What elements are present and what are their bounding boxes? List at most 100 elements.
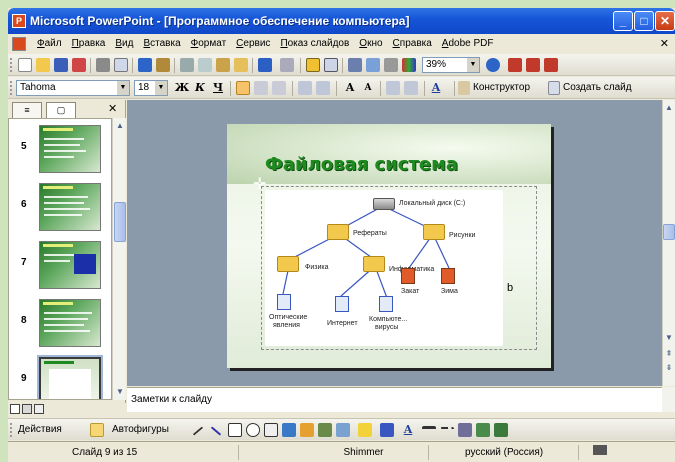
new-slide-button[interactable]: Создать слайд — [563, 82, 632, 93]
spell-check-icon[interactable] — [593, 445, 607, 455]
print-preview-icon[interactable] — [114, 58, 128, 72]
menu-insert[interactable]: Вставка — [138, 38, 185, 49]
scroll-down-icon[interactable]: ▼ — [114, 386, 126, 398]
slide-thumbnail[interactable]: 8 — [9, 295, 111, 353]
title-bar[interactable]: P Microsoft PowerPoint - [Программное об… — [8, 8, 675, 34]
show-formatting-icon[interactable] — [366, 58, 380, 72]
chevron-down-icon[interactable]: ▼ — [155, 81, 167, 95]
font-color-icon[interactable]: A — [400, 422, 416, 438]
scrollbar-thumb[interactable] — [114, 202, 126, 242]
chevron-down-icon[interactable]: ▼ — [117, 81, 129, 95]
text-box-icon[interactable] — [264, 423, 278, 437]
slide-thumbnail[interactable]: 5 — [9, 121, 111, 179]
increase-indent-icon[interactable] — [404, 81, 418, 95]
image-file-icon[interactable] — [441, 268, 455, 284]
designer-icon[interactable] — [458, 81, 470, 95]
new-document-icon[interactable] — [18, 58, 32, 72]
help-icon[interactable] — [486, 58, 500, 72]
normal-view-icon[interactable] — [10, 404, 20, 414]
design-template-status[interactable]: Shimmer — [238, 445, 428, 460]
powerpoint-app-icon[interactable]: P — [12, 14, 26, 28]
disk-drive-icon[interactable] — [373, 198, 395, 210]
previous-slide-icon[interactable]: ⇞ — [663, 348, 675, 360]
insert-table-icon[interactable] — [324, 58, 338, 72]
clip-art-icon[interactable] — [318, 423, 332, 437]
shadow-style-icon[interactable] — [476, 423, 490, 437]
document-file-icon[interactable] — [379, 296, 393, 312]
adobe-pdf-icon[interactable] — [508, 58, 522, 72]
wordart-icon[interactable] — [282, 423, 296, 437]
3d-style-icon[interactable] — [494, 423, 508, 437]
slide-stray-text[interactable]: b — [507, 282, 513, 294]
minimize-button[interactable]: _ — [613, 11, 633, 31]
document-file-icon[interactable] — [277, 294, 291, 310]
insert-chart-icon[interactable] — [306, 58, 320, 72]
align-left-icon[interactable] — [236, 81, 250, 95]
document-file-icon[interactable] — [335, 296, 349, 312]
folder-icon[interactable] — [423, 224, 445, 240]
designer-button[interactable]: Конструктор — [473, 82, 530, 93]
language-status[interactable]: русский (Россия) — [428, 445, 578, 460]
menu-window[interactable]: Окно — [354, 38, 387, 49]
menu-slideshow[interactable]: Показ слайдов — [275, 38, 354, 49]
folder-icon[interactable] — [277, 256, 299, 272]
chevron-down-icon[interactable]: ▼ — [467, 58, 479, 72]
tab-slides[interactable]: ▢ — [46, 102, 76, 118]
fill-color-icon[interactable] — [358, 423, 372, 437]
menu-adobe-pdf[interactable]: Adobe PDF — [437, 38, 499, 49]
slide-sorter-view-icon[interactable] — [22, 404, 32, 414]
scroll-up-icon[interactable]: ▲ — [114, 120, 126, 132]
image-file-icon[interactable] — [401, 268, 415, 284]
menu-format[interactable]: Формат — [186, 38, 232, 49]
oval-icon[interactable] — [246, 423, 260, 437]
zoom-select[interactable]: 39% ▼ — [422, 57, 480, 73]
font-size-select[interactable]: 18 ▼ — [134, 80, 168, 96]
menu-help[interactable]: Справка — [388, 38, 437, 49]
close-panel-button[interactable]: ✕ — [108, 102, 117, 115]
open-folder-icon[interactable] — [36, 58, 50, 72]
print-icon[interactable] — [96, 58, 110, 72]
notes-pane[interactable]: Заметки к слайду — [127, 387, 662, 412]
toolbar-grip[interactable] — [10, 81, 13, 95]
arrow-style-icon[interactable] — [458, 423, 472, 437]
scrollbar-thumb[interactable] — [663, 224, 675, 240]
numbering-icon[interactable] — [298, 81, 312, 95]
line-color-icon[interactable] — [380, 423, 394, 437]
adobe-pdf-email-icon[interactable] — [526, 58, 540, 72]
format-painter-icon[interactable] — [234, 58, 248, 72]
document-icon[interactable] — [12, 37, 26, 51]
spelling-icon[interactable] — [138, 58, 152, 72]
scroll-down-icon[interactable]: ▼ — [663, 332, 675, 344]
italic-button[interactable]: К — [192, 80, 208, 96]
line-icon[interactable] — [192, 426, 204, 436]
select-objects-icon[interactable] — [90, 423, 104, 437]
copy-icon[interactable] — [198, 58, 212, 72]
slide-thumbnail[interactable]: 6 — [9, 179, 111, 237]
menu-edit[interactable]: Правка — [67, 38, 111, 49]
slide-title[interactable]: Файловая система — [265, 154, 458, 175]
close-window-button[interactable]: ✕ — [655, 11, 675, 31]
close-document-button[interactable]: ✕ — [660, 37, 669, 50]
folder-icon[interactable] — [327, 224, 349, 240]
paste-icon[interactable] — [216, 58, 230, 72]
next-slide-icon[interactable]: ⇟ — [663, 362, 675, 374]
research-icon[interactable] — [156, 58, 170, 72]
dash-style-icon[interactable] — [440, 427, 454, 435]
actions-menu-button[interactable]: Действия — [18, 424, 62, 435]
tab-outline[interactable]: ≡ — [12, 102, 42, 118]
grid-icon[interactable] — [384, 58, 398, 72]
slide-thumbnail-selected[interactable]: 9 — [9, 353, 111, 399]
bold-button[interactable]: Ж — [174, 80, 190, 96]
font-name-select[interactable]: Tahoma ▼ — [16, 80, 130, 96]
align-right-icon[interactable] — [272, 81, 286, 95]
maximize-button[interactable]: □ — [634, 11, 654, 31]
underline-button[interactable]: Ч — [210, 80, 226, 96]
arrow-icon[interactable] — [210, 426, 222, 436]
redo-icon[interactable] — [280, 58, 294, 72]
scroll-up-icon[interactable]: ▲ — [663, 102, 675, 114]
decrease-font-size-button[interactable]: A — [360, 80, 376, 96]
rectangle-icon[interactable] — [228, 423, 242, 437]
folder-icon[interactable] — [363, 256, 385, 272]
save-icon[interactable] — [54, 58, 68, 72]
expand-all-icon[interactable] — [348, 58, 362, 72]
